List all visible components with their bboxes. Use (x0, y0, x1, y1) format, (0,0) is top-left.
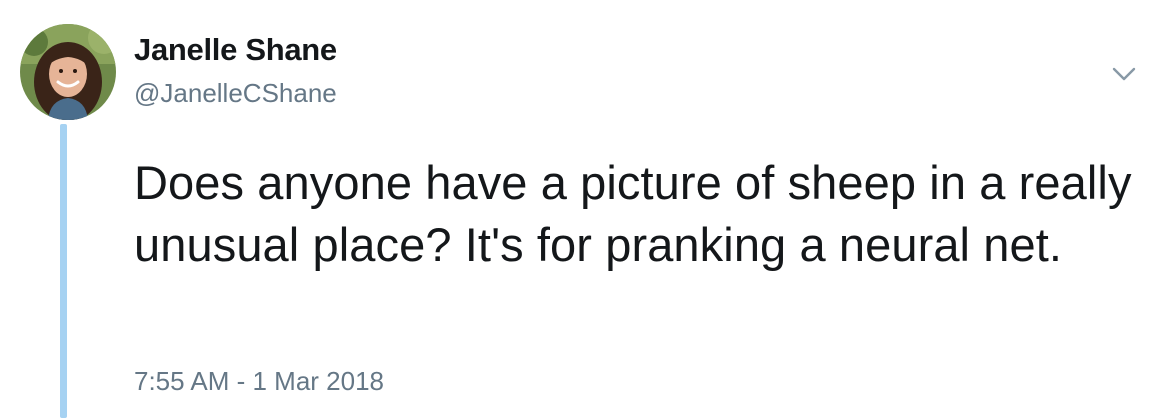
tweet-text: Does anyone have a picture of sheep in a… (134, 156, 1132, 271)
avatar[interactable] (20, 24, 116, 120)
thread-line (60, 124, 67, 418)
tweet-timestamp[interactable]: 7:55 AM - 1 Mar 2018 (134, 366, 384, 397)
profile-photo-icon (20, 24, 116, 120)
tweet-menu-button[interactable] (1108, 58, 1140, 90)
tweet: Janelle Shane @JanelleCShane Does anyone… (0, 0, 1164, 418)
chevron-down-icon (1112, 67, 1136, 81)
author-display-name[interactable]: Janelle Shane (134, 32, 337, 68)
author-handle[interactable]: @JanelleCShane (134, 78, 337, 109)
